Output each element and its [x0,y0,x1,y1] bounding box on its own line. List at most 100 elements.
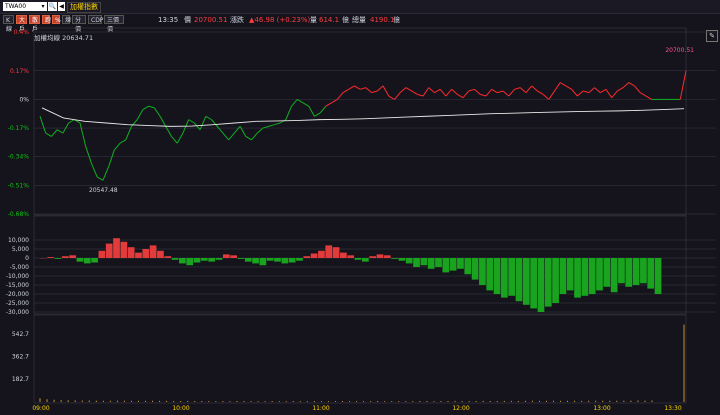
price-line-segment [457,93,464,99]
diff-bar [98,250,106,258]
diff-bar [244,258,252,262]
price-line-segment [245,136,252,141]
diff-bar [310,253,318,258]
diff-bar [69,255,76,258]
price-line-segment [113,142,121,151]
price-line-segment [445,88,452,97]
price-line-segment [371,90,378,94]
price-line-segment [159,116,167,127]
price-line-segment [256,127,264,134]
volume-tick-label: 362.7 [12,354,29,361]
price-tick-label: -0.34% [8,154,30,161]
price-line-segment [537,90,544,95]
diff-bar [361,258,369,262]
volume-panel [33,314,687,404]
diff-bar [340,252,347,258]
price-line-segment [462,90,470,99]
price-line-segment [314,112,321,117]
diff-bar [83,258,91,264]
price-tick-label: -0.68% [8,211,30,218]
diff-bar [113,238,120,258]
price-line-segment [85,146,92,164]
diff-bar [325,245,333,258]
diff-bar [471,258,479,280]
bar-tick-label: -5,000 [10,264,30,271]
price-line-segment [262,125,269,129]
price-line-segment [422,87,430,97]
price-line-segment [228,132,235,141]
diff-bar [464,258,472,275]
price-line-segment [211,119,218,127]
price-line-segment [588,87,595,94]
price-line-segment [491,88,498,94]
price-line-segment [325,102,332,107]
price-line-segment [594,87,601,94]
diff-bar [127,247,135,258]
bar-tick-label: 5,000 [12,246,29,253]
price-line-segment [559,82,567,87]
diff-bar [596,258,603,291]
intraday-chart: 0.4% 0.17% 0% -0.17% -0.34% -0.51% -0.68% 20700… [6,27,716,412]
diff-bar [574,258,581,298]
diff-bar [522,258,530,305]
price-line-segment [405,87,412,92]
price-line-segment [125,126,132,141]
price-line-segment [565,85,572,90]
price-line-segment [554,82,561,92]
diff-bar [501,258,508,298]
price-line-segment [108,149,115,167]
price-line-segment [451,88,458,95]
price-line-segment [514,87,521,90]
diff-bar [383,255,391,258]
time-tick-label: 13:30 [664,405,681,412]
price-line-segment [474,88,481,95]
price-line-segment [640,92,647,97]
price-line-segment [56,129,64,134]
price-tick-label: 0.4% [14,29,30,36]
diff-bar [171,258,179,260]
diff-bar [376,254,384,258]
price-line-segment [79,122,87,147]
price-line-segment [508,88,515,97]
price-line-segment [102,166,110,181]
diff-bar [120,241,128,258]
price-line-segment [434,88,441,94]
diff-bar [186,258,194,266]
diff-bar [259,258,267,266]
price-line-segment [399,87,407,94]
diff-bar [420,258,428,266]
diff-bar [274,258,281,262]
price-line-segment [199,116,207,130]
price-line-segment [428,87,435,94]
bar-tick-label: -30,000 [6,309,29,316]
price-line-segment [485,88,493,97]
bar-tick-label: 10,000 [8,237,29,244]
diff-bar [208,258,216,262]
diff-bar [610,258,618,293]
diff-bar [142,249,150,258]
diff-bar [230,255,237,258]
diff-bar [318,250,325,258]
time-tick-label: 09:00 [32,405,49,412]
diff-bar [647,258,655,289]
price-line-segment [136,109,144,120]
diff-bar [215,258,223,260]
price-line-segment [622,82,630,88]
diff-bar [281,258,289,264]
price-line-segment [497,90,504,94]
price-line-segment [354,85,361,90]
price-line-segment [331,98,338,104]
diff-bar [369,256,377,258]
diff-bar [266,258,274,261]
price-line-segment [571,88,578,97]
price-line-segment [308,105,315,117]
price-line-segment [119,139,127,144]
price-panel [33,27,687,216]
price-line-segment [542,93,550,100]
diff-bar [54,258,62,259]
price-line-segment [605,89,613,99]
diff-bar [193,258,201,263]
diff-bar [405,258,413,264]
price-line-segment [502,90,510,97]
diff-bar [222,254,230,258]
